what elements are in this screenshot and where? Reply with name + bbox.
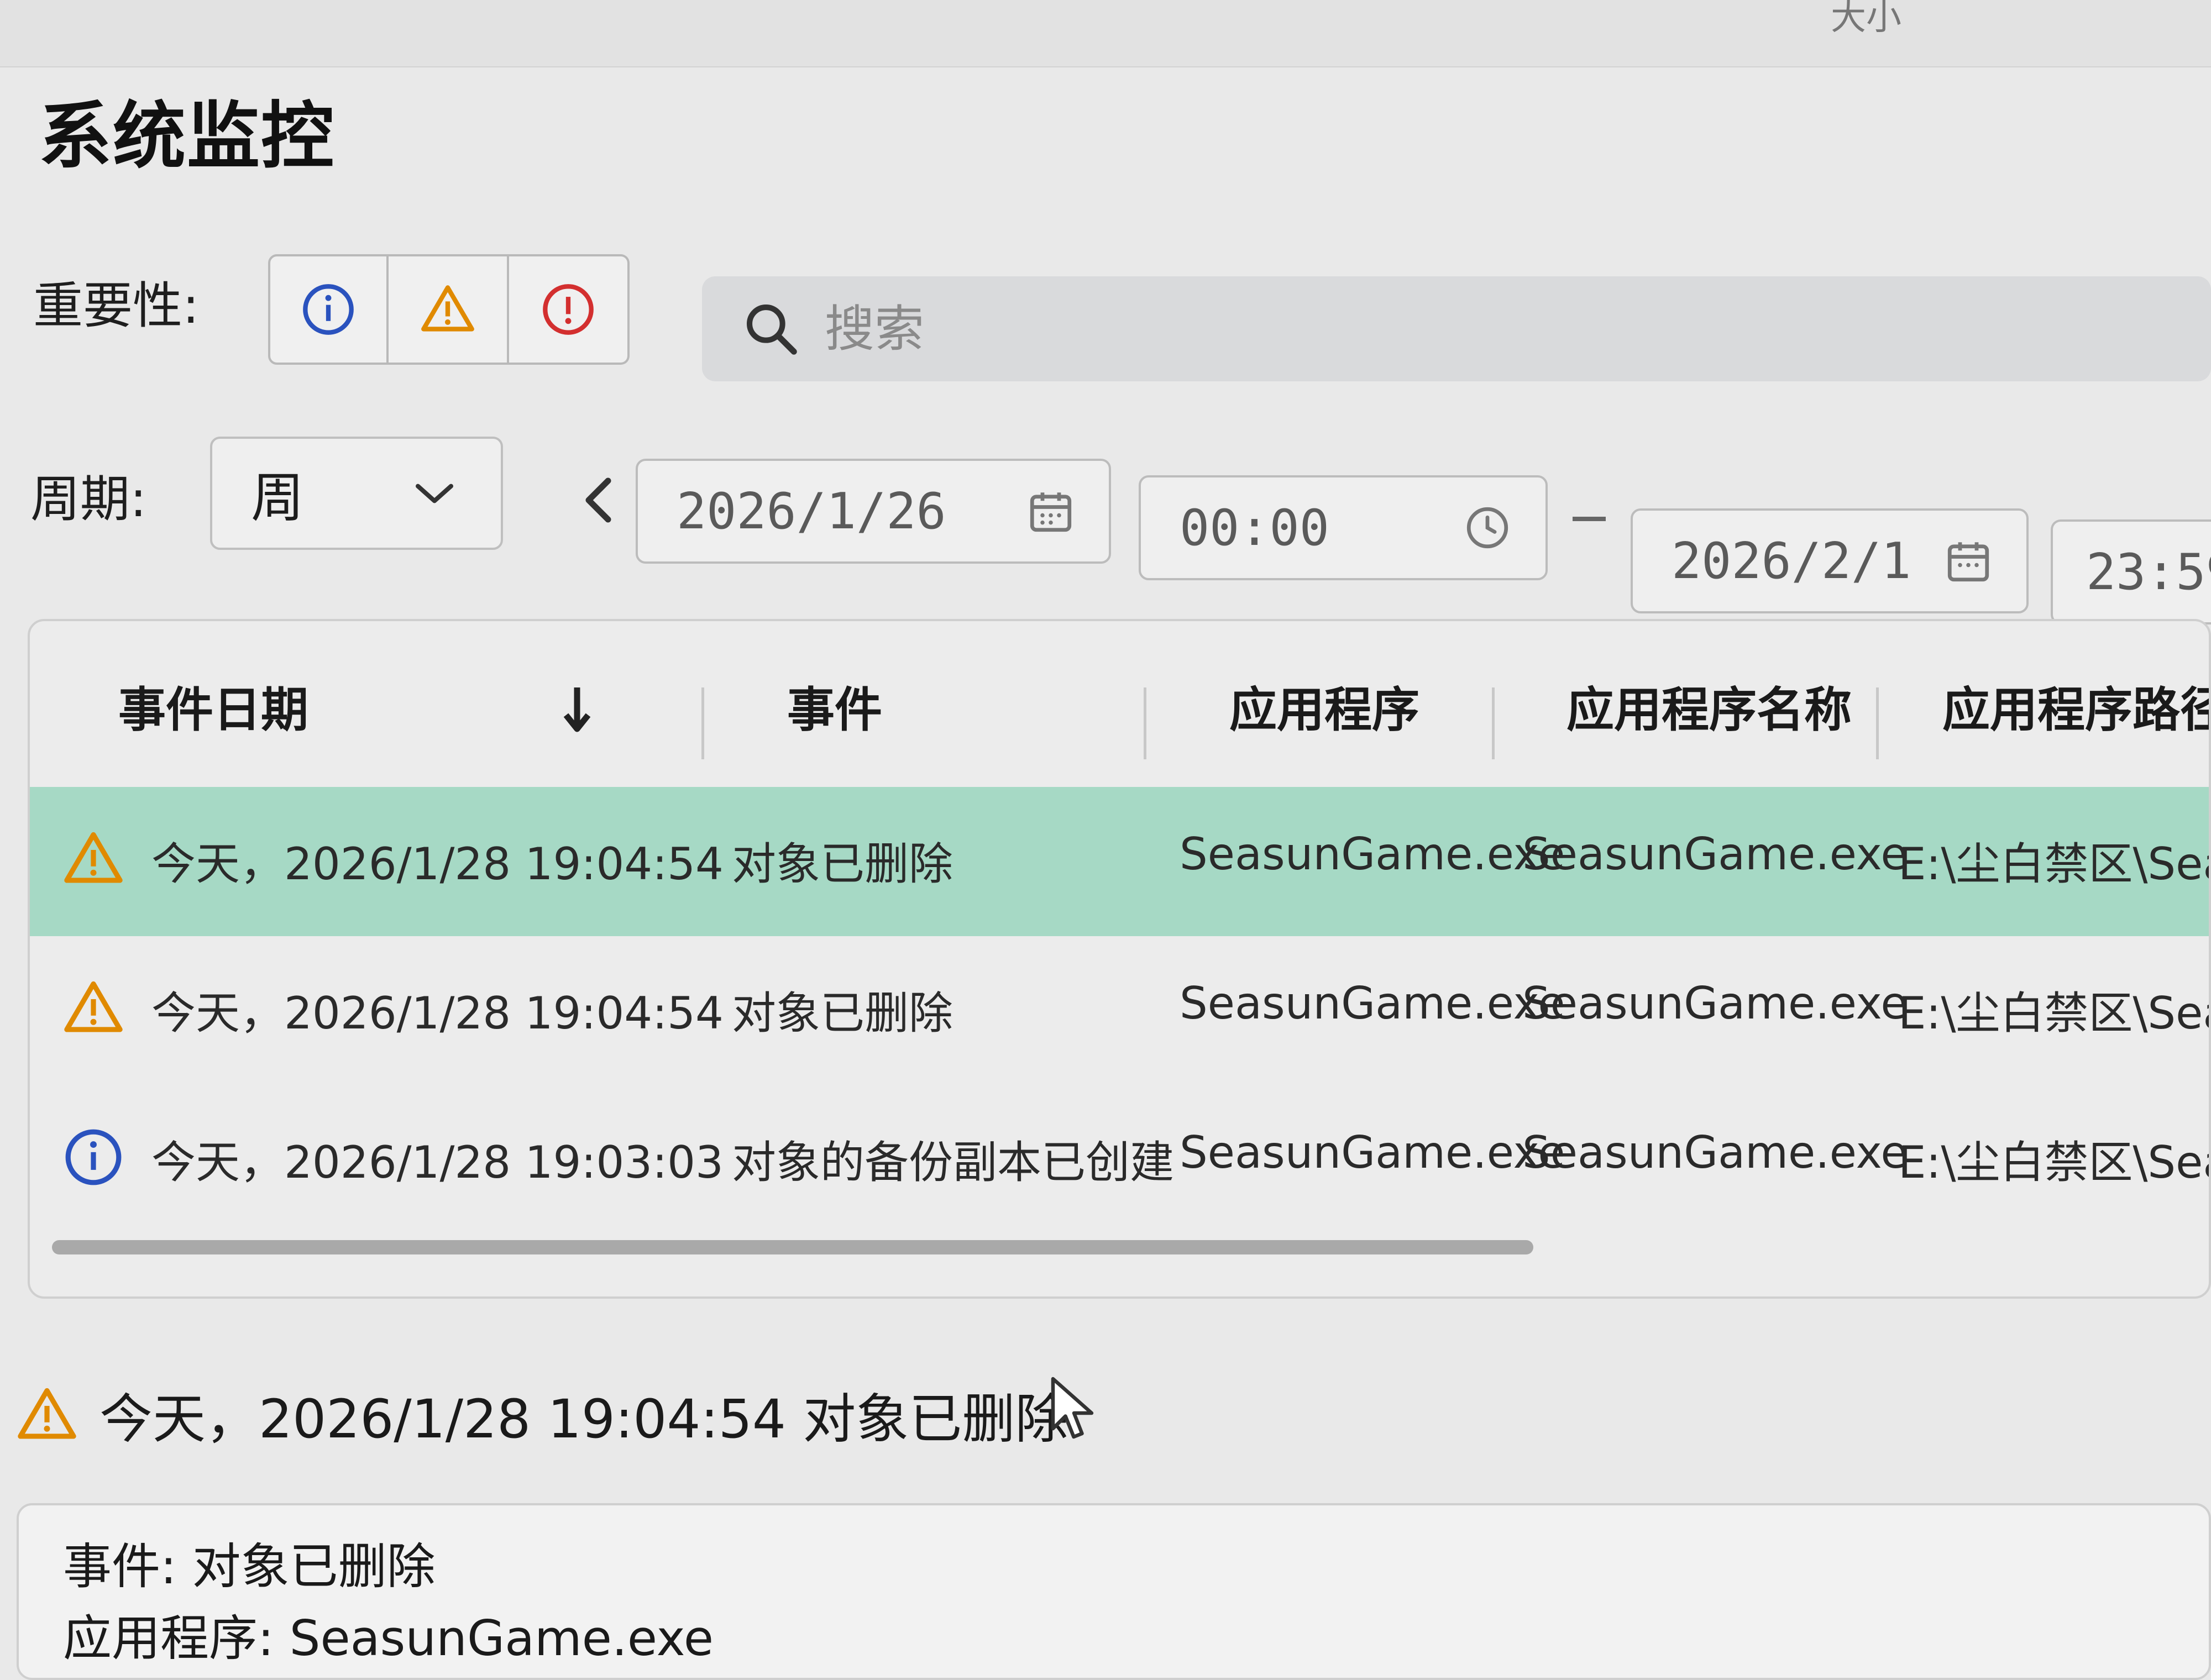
period-dropdown[interactable]: 周 bbox=[210, 437, 503, 550]
column-header-application-name[interactable]: 应用程序名称 bbox=[1566, 671, 1852, 740]
column-header-application[interactable]: 应用程序 bbox=[1229, 671, 1419, 740]
search-box[interactable] bbox=[702, 276, 2211, 381]
cell-event: 对象已删除 bbox=[732, 988, 953, 1039]
end-date-picker[interactable]: 2026/2/1 bbox=[1631, 508, 2029, 613]
start-time-value: 00:00 bbox=[1180, 498, 1329, 557]
period-label: 周期: bbox=[30, 470, 147, 528]
table-row[interactable]: 今天，2026/1/28 19:04:54 对象已删除 SeasunGame.e… bbox=[30, 936, 2209, 1085]
cell-event-date: 今天，2026/1/28 19:04:54 bbox=[151, 838, 724, 890]
severity-info-button[interactable] bbox=[268, 254, 389, 365]
page-title: 系统监控 bbox=[39, 94, 335, 179]
detail-event-line: 事件: 对象已删除 bbox=[63, 1538, 436, 1595]
topbar-text: 大小 bbox=[1831, 0, 1901, 38]
cell-application-path: E:\尘白禁区\SeasunC bbox=[1898, 838, 2209, 890]
cell-event: 对象已删除 bbox=[732, 838, 953, 890]
cell-application: SeasunGame.exe bbox=[1180, 828, 1565, 880]
column-separator[interactable] bbox=[701, 687, 704, 759]
column-separator[interactable] bbox=[1144, 687, 1146, 759]
period-value: 周 bbox=[251, 467, 304, 529]
horizontal-scrollbar[interactable] bbox=[52, 1240, 1533, 1254]
column-separator[interactable] bbox=[1876, 687, 1879, 759]
detail-header: 今天，2026/1/28 19:04:54 对象已删除 bbox=[17, 1376, 1068, 1453]
table-row[interactable]: 今天，2026/1/28 19:03:03 对象的备份副本已创建 SeasunG… bbox=[30, 1085, 2209, 1235]
table-row[interactable]: 今天，2026/1/28 19:04:54 对象已删除 SeasunGame.e… bbox=[30, 787, 2209, 936]
cell-event: 对象的备份副本已创建 bbox=[732, 1137, 1174, 1188]
end-date-value: 2026/2/1 bbox=[1672, 532, 1911, 590]
detail-panel: 事件: 对象已删除 应用程序: SeasunGame.exe bbox=[17, 1503, 2211, 1680]
start-date-picker[interactable]: 2026/1/26 bbox=[636, 459, 1111, 564]
warning-icon bbox=[64, 832, 123, 883]
column-header-event[interactable]: 事件 bbox=[787, 671, 882, 740]
end-time-picker[interactable]: 23:59 bbox=[2051, 519, 2211, 624]
info-icon bbox=[65, 1129, 122, 1185]
search-input[interactable] bbox=[824, 299, 2042, 359]
sort-descending-icon[interactable] bbox=[560, 682, 594, 737]
search-icon bbox=[747, 305, 797, 355]
cell-application: SeasunGame.exe bbox=[1180, 978, 1565, 1029]
start-date-value: 2026/1/26 bbox=[677, 482, 946, 540]
column-separator[interactable] bbox=[1492, 687, 1495, 759]
previous-period-button[interactable] bbox=[575, 470, 619, 531]
cell-application-name: SeasunGame.exe bbox=[1522, 1127, 1908, 1178]
range-separator bbox=[1573, 517, 1606, 521]
title-bar: 大小 bbox=[0, 0, 2211, 67]
warning-icon bbox=[18, 1388, 76, 1439]
cell-application-name: SeasunGame.exe bbox=[1522, 978, 1908, 1029]
calendar-icon[interactable] bbox=[1026, 486, 1076, 536]
column-header-application-path[interactable]: 应用程序路径 bbox=[1942, 671, 2209, 740]
chevron-down-icon bbox=[416, 484, 453, 503]
column-header-event-date[interactable]: 事件日期 bbox=[118, 671, 308, 740]
error-icon bbox=[543, 284, 594, 335]
cell-application-path: E:\尘白禁区\SeasunC bbox=[1898, 988, 2209, 1039]
severity-label: 重要性: bbox=[33, 277, 200, 335]
mouse-cursor-icon bbox=[1051, 1377, 1094, 1439]
cell-application-path: E:\尘白禁区\SeasunC bbox=[1898, 1137, 2209, 1188]
info-icon bbox=[303, 284, 354, 335]
severity-warning-button[interactable] bbox=[389, 254, 509, 365]
detail-application-line: 应用程序: SeasunGame.exe bbox=[63, 1610, 714, 1667]
events-table: 事件日期 事件 应用程序 应用程序名称 应用程序路径 今天，2026/1/28 … bbox=[28, 619, 2211, 1299]
table-header: 事件日期 事件 应用程序 应用程序名称 应用程序路径 bbox=[30, 621, 2209, 787]
cell-event-date: 今天，2026/1/28 19:04:54 bbox=[151, 988, 724, 1039]
cell-application-name: SeasunGame.exe bbox=[1522, 828, 1908, 880]
detail-title: 今天，2026/1/28 19:04:54 对象已删除 bbox=[99, 1388, 1068, 1450]
calendar-icon[interactable] bbox=[1943, 536, 1993, 586]
start-time-picker[interactable]: 00:00 bbox=[1139, 475, 1548, 580]
cell-application: SeasunGame.exe bbox=[1180, 1127, 1565, 1178]
warning-icon bbox=[421, 285, 474, 332]
chevron-left-icon bbox=[585, 477, 611, 523]
cell-event-date: 今天，2026/1/28 19:03:03 bbox=[151, 1137, 724, 1188]
warning-icon bbox=[64, 981, 123, 1032]
end-time-value: 23:59 bbox=[2086, 543, 2211, 601]
severity-filter-group bbox=[268, 254, 630, 365]
severity-error-button[interactable] bbox=[509, 254, 630, 365]
clock-icon[interactable] bbox=[1463, 503, 1512, 553]
